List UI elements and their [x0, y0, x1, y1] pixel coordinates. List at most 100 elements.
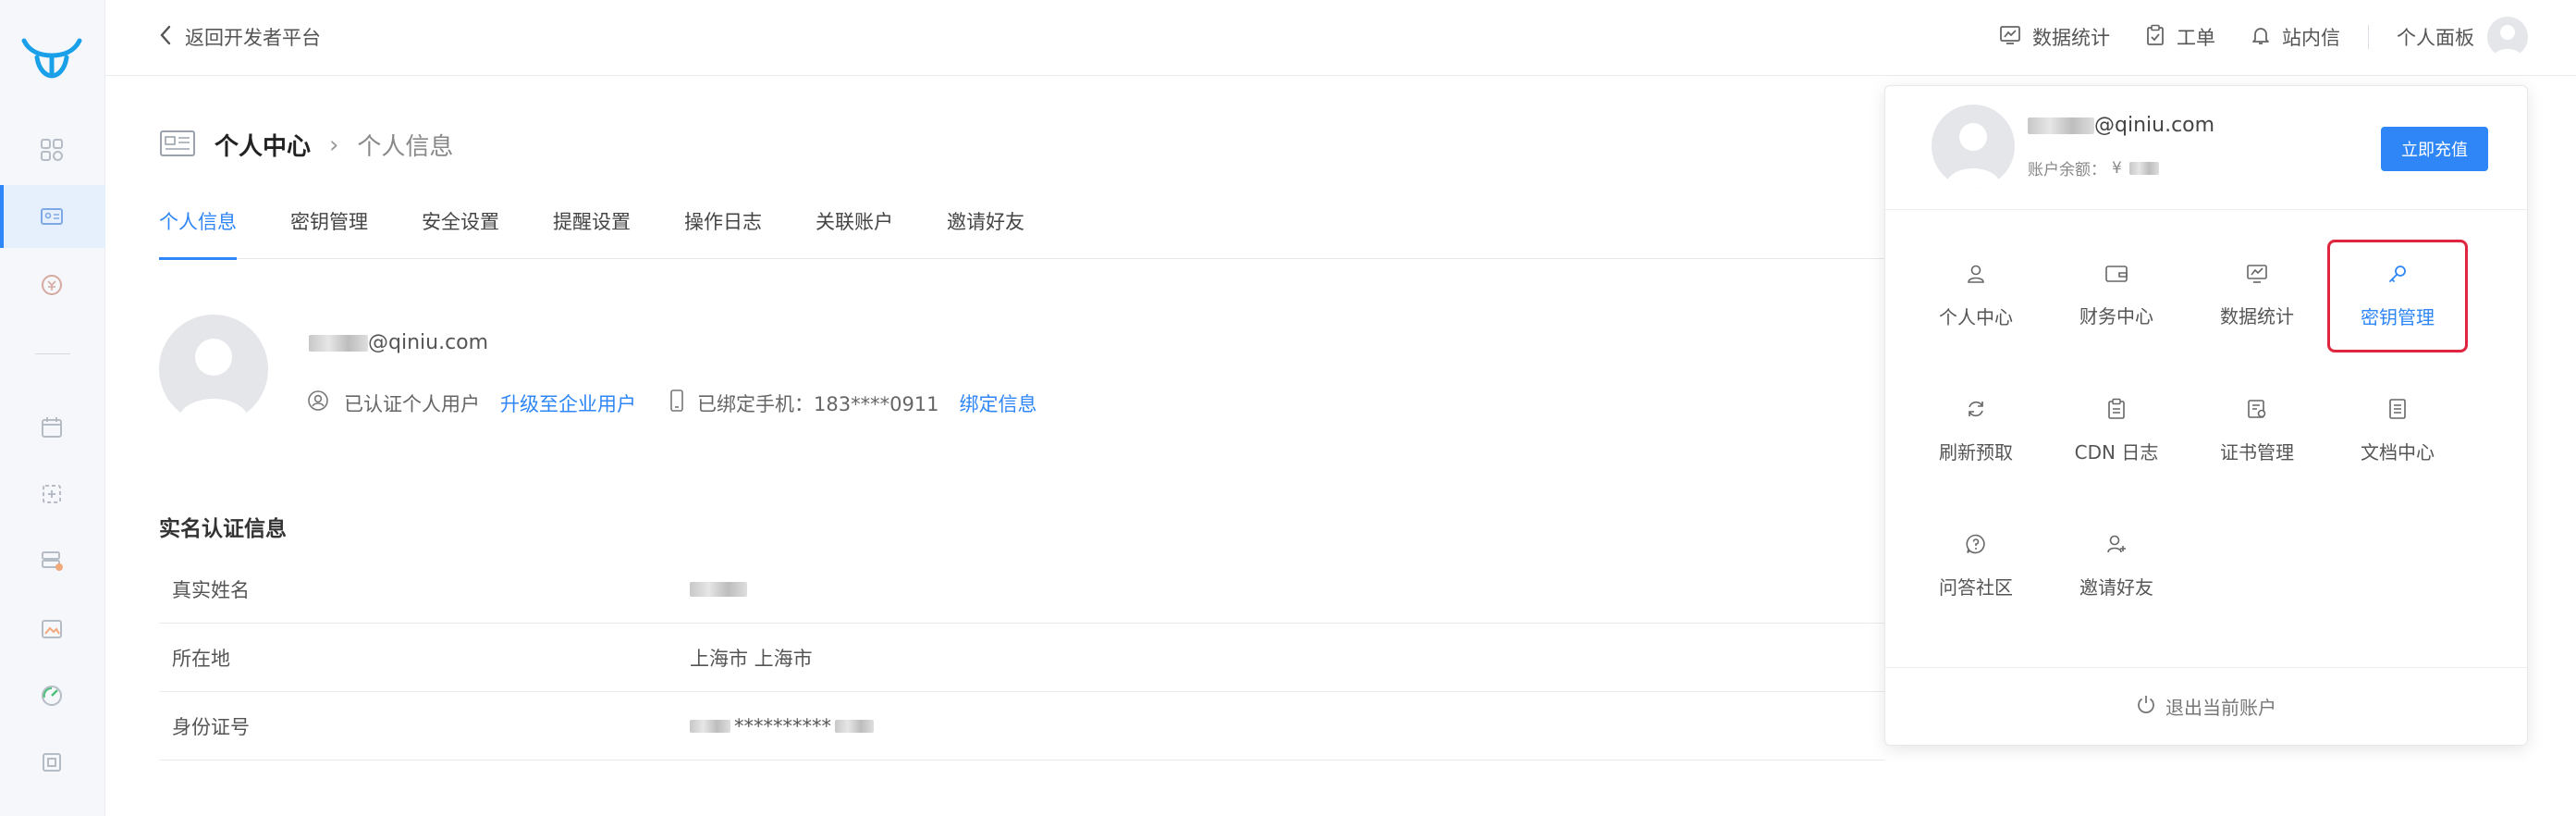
logout-label: 退出当前账户	[2165, 697, 2276, 719]
tab-key-management[interactable]: 密钥管理	[290, 207, 368, 259]
row-key: 身份证号	[172, 715, 250, 738]
menu-label: 问答社区	[1939, 576, 2013, 599]
menu-refresh-prefetch[interactable]: 刷新预取	[1906, 375, 2046, 488]
refresh-icon	[1965, 398, 1987, 425]
balance-currency: ¥	[2112, 158, 2122, 178]
qiniu-logo[interactable]	[20, 33, 83, 81]
tab-personal-info[interactable]: 个人信息	[159, 207, 237, 260]
tab-linked-accounts[interactable]: 关联账户	[816, 207, 893, 259]
table-row: 所在地 上海市 上海市	[159, 624, 1884, 692]
id-card-icon	[159, 129, 196, 162]
logout-button[interactable]: 退出当前账户	[1885, 667, 2527, 745]
verified-label: 已认证个人用户	[344, 392, 480, 415]
menu-label: 文档中心	[2361, 441, 2435, 464]
clipboard-icon	[2145, 24, 2165, 51]
topbar: 返回开发者平台 数据统计 工单 站内信 个人面板	[105, 0, 2576, 76]
nav-data-stats[interactable]: 数据统计	[1999, 23, 2110, 51]
menu-label: 个人中心	[1939, 306, 2013, 328]
breadcrumb: 个人中心 › 个人信息	[159, 128, 453, 162]
sidebar	[0, 0, 105, 816]
key-icon	[2386, 263, 2409, 290]
panel-email: @qiniu.com	[2028, 114, 2214, 137]
calendar-icon[interactable]	[35, 411, 68, 444]
row-key: 所在地	[172, 647, 230, 670]
tab-operation-log[interactable]: 操作日志	[684, 207, 762, 259]
dashboard-icon[interactable]	[35, 133, 68, 167]
tab-security-settings[interactable]: 安全设置	[422, 207, 499, 259]
profile-email: @qiniu.com	[309, 331, 488, 354]
row-value: 上海市 上海市	[690, 647, 813, 670]
menu-cdn-log[interactable]: CDN 日志	[2046, 375, 2187, 488]
redacted-text	[2128, 161, 2159, 175]
email-domain: @qiniu.com	[368, 331, 489, 354]
finance-icon[interactable]	[35, 268, 68, 302]
redacted-text	[309, 334, 368, 352]
wallet-icon	[2104, 264, 2128, 289]
panel-header: @qiniu.com 账户余额： ¥ 立即充值	[1885, 86, 2527, 210]
nav-separator	[2368, 25, 2369, 49]
clipboard-icon	[2106, 398, 2127, 425]
page-title[interactable]: 个人中心	[215, 128, 311, 162]
chart-icon	[2246, 264, 2268, 289]
personal-panel-toggle[interactable]: 个人面板	[2397, 17, 2528, 57]
table-row: 真实姓名	[159, 555, 1884, 624]
user-icon	[1965, 263, 1987, 290]
nav-label: 工单	[2177, 27, 2215, 49]
row-key: 真实姓名	[172, 578, 250, 601]
menu-key-management[interactable]: 密钥管理	[2327, 240, 2468, 352]
sidebar-divider	[35, 353, 70, 354]
question-icon	[1965, 533, 1987, 560]
menu-certificate-management[interactable]: 证书管理	[2187, 375, 2327, 488]
chip-icon[interactable]	[35, 746, 68, 779]
menu-data-stats[interactable]: 数据统计	[2187, 240, 2327, 352]
phone-label: 已绑定手机：183****0911	[697, 392, 939, 415]
id-card-icon[interactable]	[35, 200, 68, 233]
storage-icon[interactable]	[35, 544, 68, 577]
menu-label: 密钥管理	[2361, 306, 2435, 328]
menu-invite-friends[interactable]: 邀请好友	[2046, 510, 2187, 623]
tab-bar: 个人信息 密钥管理 安全设置 提醒设置 操作日志 关联账户 邀请好友	[159, 207, 1884, 260]
menu-docs-center[interactable]: 文档中心	[2327, 375, 2468, 488]
avatar	[1932, 105, 2015, 188]
recharge-button[interactable]: 立即充值	[2381, 127, 2488, 171]
nav-ticket[interactable]: 工单	[2145, 23, 2215, 51]
speed-icon[interactable]	[35, 679, 68, 712]
menu-finance-center[interactable]: 财务中心	[2046, 240, 2187, 352]
transform-icon[interactable]	[35, 477, 68, 511]
chevron-left-icon	[159, 25, 172, 50]
user-circle-icon	[307, 389, 329, 416]
bell-icon	[2251, 24, 2271, 51]
menu-label: 证书管理	[2220, 441, 2294, 464]
power-icon	[2136, 694, 2156, 719]
personal-panel-dropdown: @qiniu.com 账户余额： ¥ 立即充值 个人中心 财务中心 数据统计 密…	[1884, 85, 2528, 746]
account-balance: 账户余额： ¥	[2028, 156, 2159, 179]
table-row: 身份证号 **********	[159, 692, 1884, 760]
nav-messages[interactable]: 站内信	[2251, 23, 2340, 51]
menu-label: 邀请好友	[2079, 576, 2153, 599]
phone-icon	[669, 389, 684, 417]
tab-invite-friends[interactable]: 邀请好友	[947, 207, 1024, 259]
balance-label: 账户余额：	[2028, 161, 2106, 179]
redacted-text	[835, 719, 874, 733]
tab-reminder-settings[interactable]: 提醒设置	[553, 207, 631, 259]
section-title: 实名认证信息	[159, 517, 287, 541]
top-nav: 数据统计 工单 站内信 个人面板	[1964, 17, 2528, 57]
menu-label: 刷新预取	[1939, 441, 2013, 464]
menu-qa-community[interactable]: 问答社区	[1906, 510, 2046, 623]
menu-personal-center[interactable]: 个人中心	[1906, 240, 2046, 352]
row-value: **********	[734, 714, 831, 737]
realname-table: 真实姓名 所在地 上海市 上海市 身份证号 **********	[159, 555, 1884, 760]
profile-info-line: 已认证个人用户 升级至企业用户 已绑定手机：183****0911 绑定信息	[307, 389, 1037, 417]
chart-icon	[1999, 25, 2021, 50]
back-label: 返回开发者平台	[185, 27, 321, 49]
page-subtitle: 个人信息	[357, 133, 454, 161]
bind-info-link[interactable]: 绑定信息	[960, 389, 1037, 417]
upgrade-enterprise-link[interactable]: 升级至企业用户	[500, 389, 636, 417]
redacted-text	[690, 719, 730, 733]
redacted-text	[2028, 117, 2094, 134]
menu-label: CDN 日志	[2074, 441, 2159, 464]
redacted-text	[690, 581, 747, 597]
image-icon[interactable]	[35, 612, 68, 646]
nav-label: 站内信	[2282, 27, 2340, 49]
back-to-developer-platform[interactable]: 返回开发者平台	[159, 22, 321, 52]
